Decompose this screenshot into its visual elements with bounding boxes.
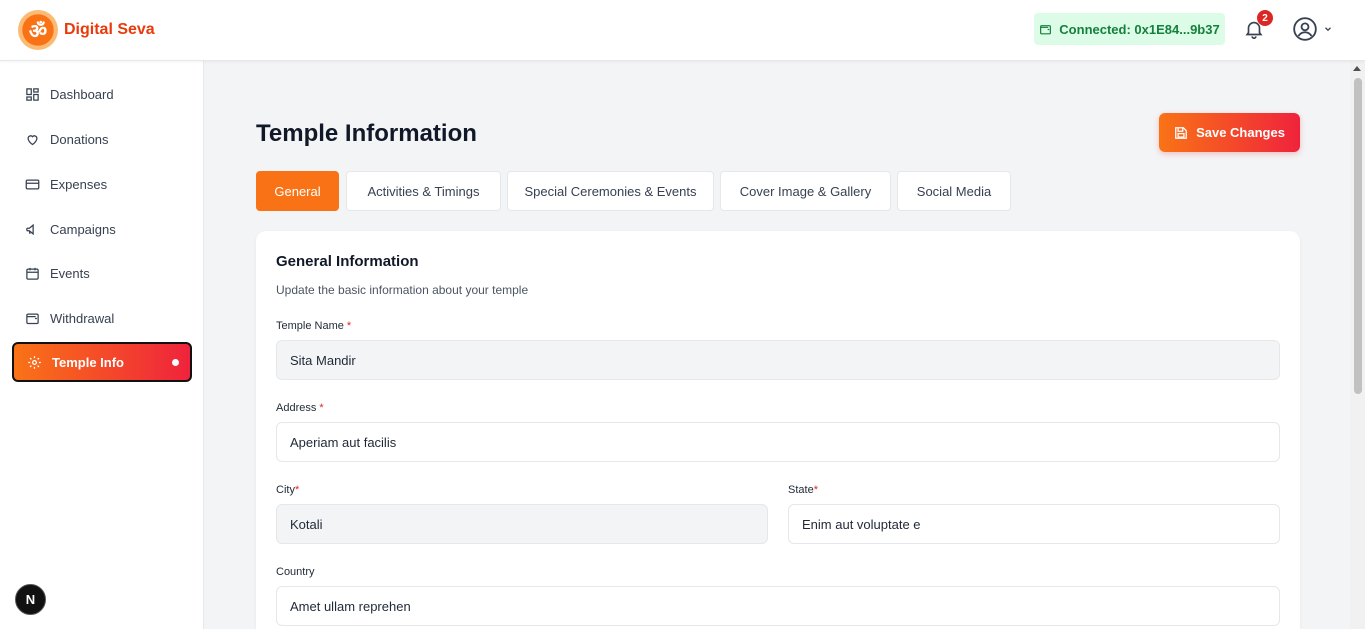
save-changes-label: Save Changes [1196, 125, 1285, 140]
notification-count-badge: 2 [1257, 10, 1273, 26]
wallet-connection-badge[interactable]: Connected: 0x1E84...9b37 [1034, 13, 1225, 45]
state-field[interactable]: Enim aut voluptate e [788, 504, 1280, 544]
megaphone-icon [26, 223, 34, 235]
active-indicator-dot [172, 359, 179, 366]
required-marker: * [319, 402, 324, 414]
sidebar-item-label: Expenses [50, 176, 108, 192]
dashboard-icon [26, 87, 39, 101]
wallet-status-text: Connected: 0x1E84...9b37 [1059, 21, 1220, 37]
section-title: General Information [276, 253, 419, 270]
calendar-icon [26, 267, 39, 280]
sidebar-item-label: Donations [50, 131, 109, 147]
wallet-icon [1040, 24, 1052, 34]
sidebar-item-label: Campaigns [50, 221, 116, 237]
state-label: State* [788, 484, 818, 496]
heart-icon [27, 134, 38, 145]
tab-activities-timings[interactable]: Activities & Timings [346, 171, 501, 211]
temple-name-label: Temple Name * [276, 320, 351, 332]
scrollbar-thumb[interactable] [1354, 78, 1362, 394]
tab-social-media[interactable]: Social Media [897, 171, 1011, 211]
country-field[interactable]: Amet ullam reprehen [276, 586, 1280, 626]
tab-cover-image-gallery[interactable]: Cover Image & Gallery [720, 171, 891, 211]
sidebar-item-label: Withdrawal [50, 310, 115, 326]
save-changes-button[interactable]: Save Changes [1159, 113, 1300, 152]
country-label: Country [276, 566, 315, 578]
sidebar-item-campaigns[interactable]: Campaigns [12, 209, 192, 249]
city-label: City* [276, 484, 299, 496]
app-logo[interactable]: ॐ Digital Seva [18, 10, 155, 50]
sidebar-item-donations[interactable]: Donations [12, 119, 192, 159]
label-text: Temple Name [276, 320, 344, 332]
required-marker: * [294, 484, 300, 496]
scroll-up-arrow-icon[interactable] [1353, 66, 1361, 71]
label-text: City [276, 484, 295, 496]
top-header: ॐ Digital Seva Connected: 0x1E84...9b37 … [0, 0, 1365, 61]
credit-card-icon [25, 179, 40, 189]
gear-icon [28, 355, 41, 369]
wallet-icon [26, 313, 39, 324]
user-menu[interactable] [1292, 16, 1333, 42]
required-marker: * [813, 484, 818, 496]
tab-general[interactable]: General [256, 171, 339, 211]
temple-name-field[interactable]: Sita Mandir [276, 340, 1280, 380]
label-text: State [788, 484, 814, 496]
sidebar-item-label: Events [50, 265, 90, 281]
address-field[interactable]: Aperiam aut facilis [276, 422, 1280, 462]
page-title: Temple Information [256, 120, 477, 147]
sidebar: Dashboard Donations Expenses Campaigns E… [0, 61, 204, 629]
sidebar-item-expenses[interactable]: Expenses [12, 164, 192, 204]
label-text: Address [276, 402, 317, 414]
sidebar-item-events[interactable]: Events [12, 253, 192, 293]
sidebar-item-label: Temple Info [52, 354, 124, 370]
tab-special-ceremonies-events[interactable]: Special Ceremonies & Events [507, 171, 714, 211]
required-marker: * [346, 320, 352, 332]
sidebar-item-label: Dashboard [50, 86, 114, 102]
dev-tools-badge[interactable]: N [15, 584, 46, 615]
chevron-down-icon [1325, 27, 1331, 32]
user-avatar-icon [1293, 17, 1317, 41]
save-icon [1175, 126, 1187, 139]
sidebar-item-dashboard[interactable]: Dashboard [12, 74, 192, 114]
om-logo-icon: ॐ [18, 10, 58, 50]
sidebar-item-temple-info[interactable]: Temple Info [12, 342, 192, 382]
section-subtitle: Update the basic information about your … [276, 283, 529, 297]
app-name: Digital Seva [64, 21, 155, 38]
address-label: Address * [276, 402, 324, 414]
city-field[interactable]: Kotali [276, 504, 768, 544]
sidebar-item-withdrawal[interactable]: Withdrawal [12, 298, 192, 338]
